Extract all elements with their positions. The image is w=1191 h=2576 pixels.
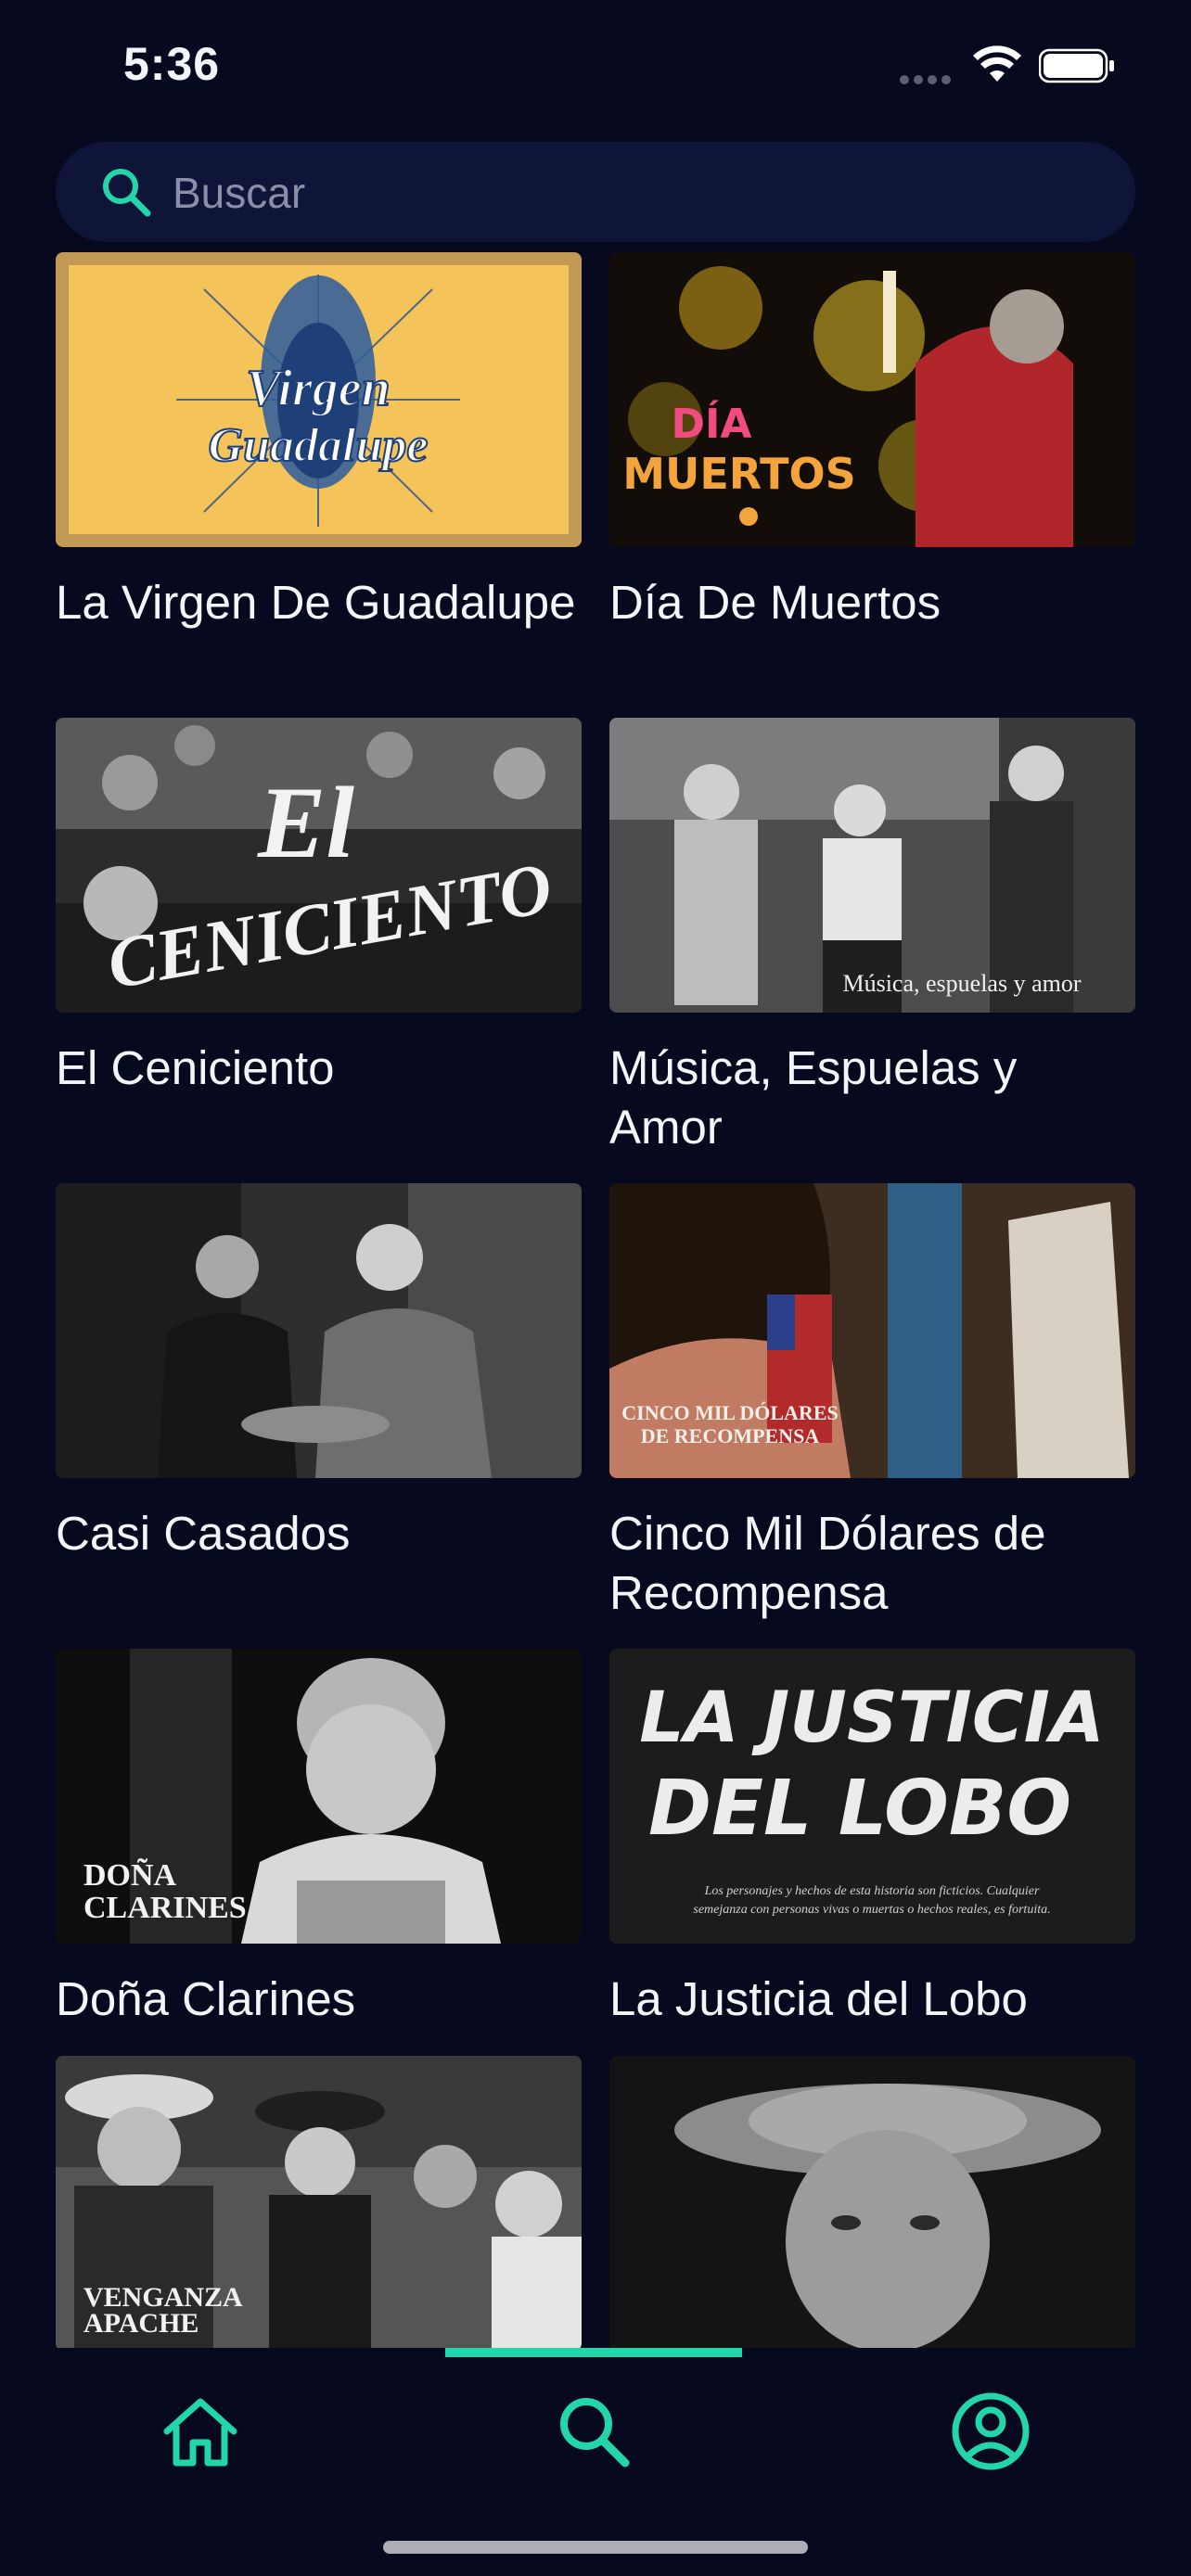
cellular-signal-icon bbox=[900, 72, 957, 84]
search-icon bbox=[103, 169, 151, 217]
result-card[interactable]: VENGANZA APACHE bbox=[56, 2056, 582, 2348]
svg-text:MUERTOS: MUERTOS bbox=[622, 449, 856, 499]
poster-title-text: CINCO MIL DÓLARES bbox=[621, 1401, 838, 1424]
poster-title-text: LA JUSTICIA bbox=[639, 1676, 1104, 1758]
wifi-icon bbox=[973, 45, 1021, 82]
poster-thumbnail: Música, espuelas y amor bbox=[609, 718, 1135, 1013]
result-card[interactable]: Casi Casados bbox=[56, 1183, 582, 1563]
search-icon[interactable] bbox=[547, 2385, 640, 2478]
result-card[interactable]: CINCO MIL DÓLARES DE RECOMPENSA Cinco Mi… bbox=[609, 1183, 1135, 1623]
home-indicator[interactable] bbox=[383, 2541, 808, 2554]
result-card[interactable]: DÍA MUERTOS Día De Muertos bbox=[609, 252, 1135, 632]
poster-thumbnail: CINCO MIL DÓLARES DE RECOMPENSA bbox=[609, 1183, 1135, 1478]
home-icon[interactable] bbox=[154, 2385, 247, 2478]
result-title: La Virgen De Guadalupe bbox=[56, 576, 576, 629]
result-title: Doña Clarines bbox=[56, 1972, 356, 2025]
result-card[interactable]: LA JUSTICIA DEL LOBO Los personajes y he… bbox=[609, 1649, 1135, 2029]
svg-text:DEL LOBO: DEL LOBO bbox=[648, 1765, 1071, 1853]
poster-title-text: El bbox=[257, 766, 354, 879]
poster-thumbnail: VENGANZA APACHE bbox=[56, 2056, 582, 2348]
result-title: Cinco Mil Dólares de Recompensa bbox=[609, 1507, 1046, 1619]
svg-text:DE RECOMPENSA: DE RECOMPENSA bbox=[641, 1424, 820, 1447]
result-card[interactable]: El CENICIENTO El Ceniciento bbox=[56, 718, 582, 1098]
result-title: Casi Casados bbox=[56, 1507, 351, 1560]
poster-title-text: Música, espuelas y amor bbox=[842, 970, 1081, 997]
search-input[interactable] bbox=[171, 159, 1102, 227]
active-tab-indicator bbox=[445, 2348, 742, 2357]
search-bar[interactable] bbox=[56, 142, 1135, 242]
poster-thumbnail: El CENICIENTO bbox=[56, 718, 582, 1013]
svg-text:Los personajes y hechos de est: Los personajes y hechos de esta historia… bbox=[704, 1884, 1040, 1898]
profile-icon[interactable] bbox=[944, 2385, 1037, 2478]
result-title: Día De Muertos bbox=[609, 576, 941, 629]
result-title: Música, Espuelas y Amor bbox=[609, 1041, 1018, 1154]
result-card[interactable]: Música, espuelas y amor Música, Espuelas… bbox=[609, 718, 1135, 1157]
bottom-tab-bar bbox=[0, 2348, 1191, 2576]
battery-icon bbox=[1039, 48, 1114, 83]
svg-text:Guadalupe: Guadalupe bbox=[209, 419, 429, 472]
svg-text:APACHE: APACHE bbox=[83, 2308, 198, 2339]
poster-thumbnail bbox=[609, 2056, 1135, 2348]
svg-text:CLARINES: CLARINES bbox=[83, 1891, 247, 1925]
result-card[interactable] bbox=[609, 2056, 1135, 2348]
poster-thumbnail: DÍA MUERTOS bbox=[609, 252, 1135, 547]
result-title: El Ceniciento bbox=[56, 1041, 335, 1094]
status-bar: 5:36 bbox=[0, 0, 1191, 130]
poster-thumbnail bbox=[56, 1183, 582, 1478]
results-grid: Virgen Guadalupe La Virgen De Guadalupe … bbox=[0, 252, 1191, 2348]
poster-thumbnail: Virgen Guadalupe bbox=[56, 252, 582, 547]
poster-title-text: Virgen bbox=[246, 360, 391, 417]
result-title: La Justicia del Lobo bbox=[609, 1972, 1028, 2025]
status-time: 5:36 bbox=[123, 38, 221, 90]
svg-text:semejanza con personas vivas o: semejanza con personas vivas o muertas o… bbox=[693, 1903, 1050, 1917]
result-card[interactable]: Virgen Guadalupe La Virgen De Guadalupe bbox=[56, 252, 582, 632]
poster-title-text: DOÑA bbox=[83, 1858, 177, 1893]
poster-thumbnail: DOÑA CLARINES bbox=[56, 1649, 582, 1944]
poster-title-text: DÍA bbox=[672, 399, 752, 448]
poster-thumbnail: LA JUSTICIA DEL LOBO Los personajes y he… bbox=[609, 1649, 1135, 1944]
result-card[interactable]: DOÑA CLARINES Doña Clarines bbox=[56, 1649, 582, 2029]
